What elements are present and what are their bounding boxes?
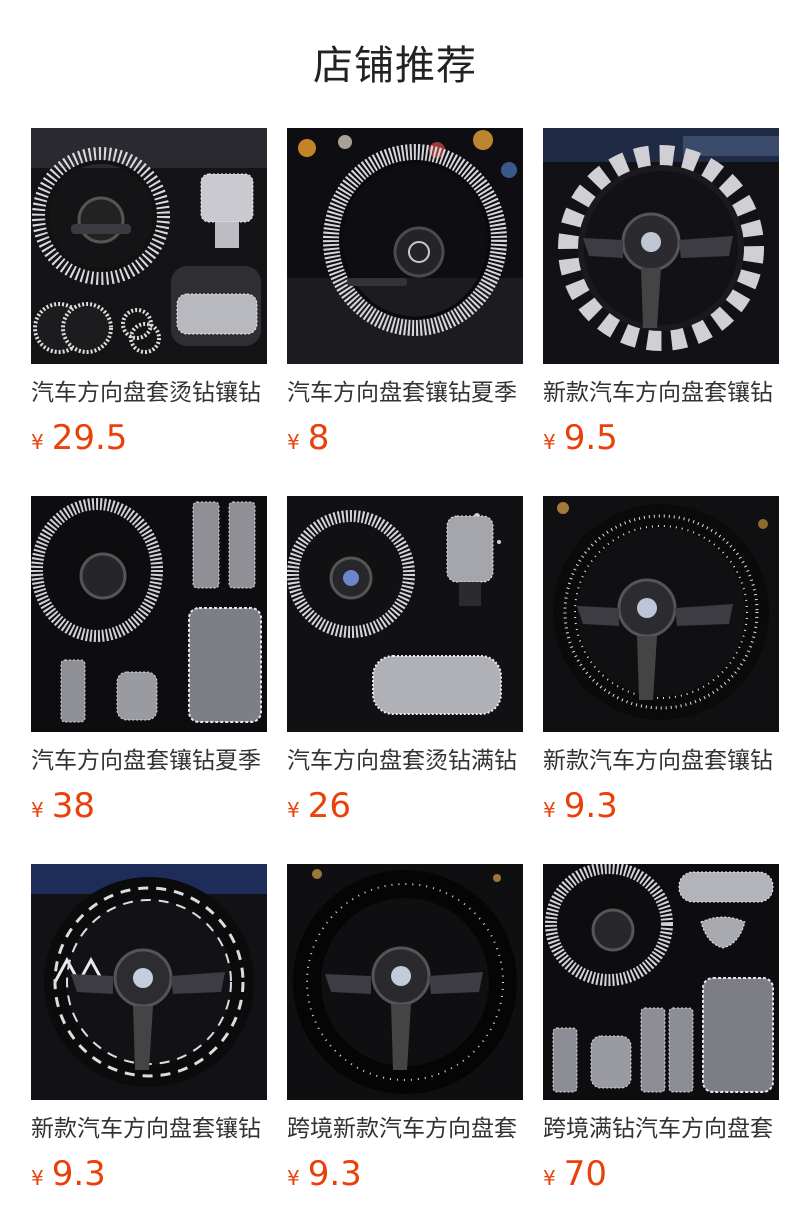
- product-image[interactable]: [287, 128, 523, 364]
- currency-symbol: ¥: [543, 430, 556, 454]
- price-amount: 38: [51, 786, 95, 826]
- product-price: ¥9.3: [543, 784, 618, 828]
- currency-symbol: ¥: [31, 798, 44, 822]
- product-card[interactable]: 汽车方向盘套烫钻满钻 ¥26: [287, 496, 523, 836]
- product-image[interactable]: [31, 128, 267, 364]
- product-price: ¥38: [31, 784, 95, 828]
- product-name[interactable]: 汽车方向盘套镶钻夏季: [287, 376, 523, 410]
- price-amount: 9.3: [307, 1154, 362, 1194]
- product-name[interactable]: 新款汽车方向盘套镶钻: [543, 744, 779, 778]
- product-card[interactable]: 汽车方向盘套烫钻镶钻 ¥29.5: [31, 128, 267, 468]
- product-card[interactable]: 新款汽车方向盘套镶钻 ¥9.3: [543, 496, 779, 836]
- currency-symbol: ¥: [287, 430, 300, 454]
- product-price: ¥26: [287, 784, 351, 828]
- product-card[interactable]: 汽车方向盘套镶钻夏季 ¥38: [31, 496, 267, 836]
- product-price: ¥29.5: [31, 416, 127, 460]
- product-name[interactable]: 新款汽车方向盘套镶钻: [543, 376, 779, 410]
- currency-symbol: ¥: [543, 1166, 556, 1190]
- product-name[interactable]: 汽车方向盘套镶钻夏季: [31, 744, 267, 778]
- currency-symbol: ¥: [31, 430, 44, 454]
- product-name[interactable]: 汽车方向盘套烫钻镶钻: [31, 376, 267, 410]
- product-name[interactable]: 汽车方向盘套烫钻满钻: [287, 744, 523, 778]
- product-price: ¥8: [287, 416, 329, 460]
- product-image[interactable]: [31, 496, 267, 732]
- product-price: ¥9.3: [287, 1152, 362, 1196]
- product-image[interactable]: [543, 864, 779, 1100]
- currency-symbol: ¥: [543, 798, 556, 822]
- price-amount: 29.5: [51, 418, 128, 458]
- price-amount: 70: [563, 1154, 607, 1194]
- product-price: ¥9.3: [31, 1152, 106, 1196]
- currency-symbol: ¥: [287, 1166, 300, 1190]
- product-name[interactable]: 跨境满钻汽车方向盘套: [543, 1112, 779, 1146]
- price-amount: 9.3: [51, 1154, 106, 1194]
- product-image[interactable]: [287, 864, 523, 1100]
- page-title: 店铺推荐: [313, 43, 477, 89]
- product-card[interactable]: 新款汽车方向盘套镶钻 ¥9.3: [31, 864, 267, 1204]
- product-price: ¥9.5: [543, 416, 618, 460]
- product-price: ¥70: [543, 1152, 607, 1196]
- product-card[interactable]: 汽车方向盘套镶钻夏季 ¥8: [287, 128, 523, 468]
- product-image[interactable]: [543, 496, 779, 732]
- product-name[interactable]: 跨境新款汽车方向盘套: [287, 1112, 523, 1146]
- currency-symbol: ¥: [287, 798, 300, 822]
- product-image[interactable]: [31, 864, 267, 1100]
- product-card[interactable]: 跨境满钻汽车方向盘套 ¥70: [543, 864, 779, 1204]
- product-image[interactable]: [543, 128, 779, 364]
- product-card[interactable]: 新款汽车方向盘套镶钻 ¥9.5: [543, 128, 779, 468]
- currency-symbol: ¥: [31, 1166, 44, 1190]
- price-amount: 8: [307, 418, 330, 458]
- price-amount: 9.5: [563, 418, 618, 458]
- product-card[interactable]: 跨境新款汽车方向盘套 ¥9.3: [287, 864, 523, 1204]
- price-amount: 26: [307, 786, 351, 826]
- product-name[interactable]: 新款汽车方向盘套镶钻: [31, 1112, 267, 1146]
- price-amount: 9.3: [563, 786, 618, 826]
- product-image[interactable]: [287, 496, 523, 732]
